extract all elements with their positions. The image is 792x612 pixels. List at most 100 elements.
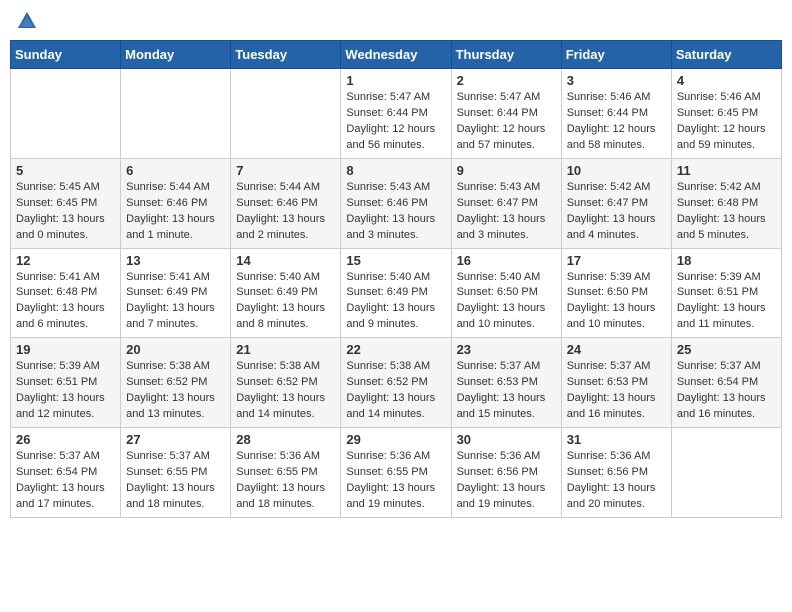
day-info: Sunrise: 5:39 AMSunset: 6:51 PMDaylight:… [16, 359, 115, 423]
day-info: Sunrise: 5:36 AMSunset: 6:56 PMDaylight:… [457, 449, 556, 513]
weekday-header: Saturday [671, 41, 781, 69]
calendar-day-cell: 20 Sunrise: 5:38 AMSunset: 6:52 PMDayligh… [121, 338, 231, 428]
calendar-day-cell: 17Sunrise: 5:39 AMSunset: 6:50 PMDayligh… [561, 248, 671, 338]
day-info: Sunrise: 5:40 AMSunset: 6:49 PMDaylight:… [346, 270, 445, 334]
day-number: 18 [677, 253, 776, 268]
calendar-day-cell: 19 Sunrise: 5:39 AMSunset: 6:51 PMDayligh… [11, 338, 121, 428]
day-number: 20 [126, 342, 225, 357]
day-info: Sunrise: 5:37 AMSunset: 6:54 PMDaylight:… [677, 359, 776, 423]
day-number: 9 [457, 163, 556, 178]
calendar-day-cell: 28Sunrise: 5:36 AMSunset: 6:55 PMDayligh… [231, 428, 341, 518]
calendar-day-cell: 31 Sunrise: 5:36 AMSunset: 6:56 PMDayligh… [561, 428, 671, 518]
day-info: Sunrise: 5:41 AMSunset: 6:48 PMDaylight:… [16, 270, 115, 334]
calendar-day-cell: 9 Sunrise: 5:43 AMSunset: 6:47 PMDaylight… [451, 158, 561, 248]
day-info: Sunrise: 5:43 AMSunset: 6:47 PMDaylight:… [457, 180, 556, 244]
day-number: 28 [236, 432, 335, 447]
calendar-day-cell: 27 Sunrise: 5:37 AMSunset: 6:55 PMDayligh… [121, 428, 231, 518]
calendar-day-cell [121, 69, 231, 159]
calendar-day-cell: 1Sunrise: 5:47 AMSunset: 6:44 PMDaylight… [341, 69, 451, 159]
day-number: 26 [16, 432, 115, 447]
day-number: 24 [567, 342, 666, 357]
day-info: Sunrise: 5:38 AMSunset: 6:52 PMDaylight:… [346, 359, 445, 423]
day-info: Sunrise: 5:46 AMSunset: 6:45 PMDaylight:… [677, 90, 776, 154]
calendar-day-cell: 2 Sunrise: 5:47 AMSunset: 6:44 PMDaylight… [451, 69, 561, 159]
logo-icon [16, 10, 38, 32]
calendar-day-cell: 15 Sunrise: 5:40 AMSunset: 6:49 PMDayligh… [341, 248, 451, 338]
calendar-day-cell: 8Sunrise: 5:43 AMSunset: 6:46 PMDaylight… [341, 158, 451, 248]
calendar-day-cell: 12 Sunrise: 5:41 AMSunset: 6:48 PMDayligh… [11, 248, 121, 338]
calendar-day-cell: 13 Sunrise: 5:41 AMSunset: 6:49 PMDayligh… [121, 248, 231, 338]
day-number: 4 [677, 73, 776, 88]
day-number: 11 [677, 163, 776, 178]
day-number: 1 [346, 73, 445, 88]
day-info: Sunrise: 5:37 AMSunset: 6:54 PMDaylight:… [16, 449, 115, 513]
calendar-week-row: 5 Sunrise: 5:45 AMSunset: 6:45 PMDaylight… [11, 158, 782, 248]
day-info: Sunrise: 5:47 AMSunset: 6:44 PMDaylight:… [457, 90, 556, 154]
calendar-day-cell: 11 Sunrise: 5:42 AMSunset: 6:48 PMDayligh… [671, 158, 781, 248]
calendar-day-cell: 16Sunrise: 5:40 AMSunset: 6:50 PMDayligh… [451, 248, 561, 338]
weekday-header: Thursday [451, 41, 561, 69]
day-number: 3 [567, 73, 666, 88]
day-number: 10 [567, 163, 666, 178]
day-info: Sunrise: 5:42 AMSunset: 6:48 PMDaylight:… [677, 180, 776, 244]
calendar-day-cell: 7 Sunrise: 5:44 AMSunset: 6:46 PMDaylight… [231, 158, 341, 248]
day-info: Sunrise: 5:46 AMSunset: 6:44 PMDaylight:… [567, 90, 666, 154]
day-number: 29 [346, 432, 445, 447]
weekday-header: Friday [561, 41, 671, 69]
day-info: Sunrise: 5:39 AMSunset: 6:51 PMDaylight:… [677, 270, 776, 334]
day-number: 16 [457, 253, 556, 268]
day-info: Sunrise: 5:43 AMSunset: 6:46 PMDaylight:… [346, 180, 445, 244]
weekday-header: Monday [121, 41, 231, 69]
calendar-day-cell: 26 Sunrise: 5:37 AMSunset: 6:54 PMDayligh… [11, 428, 121, 518]
page-header [10, 10, 782, 32]
calendar-day-cell [11, 69, 121, 159]
day-number: 5 [16, 163, 115, 178]
day-number: 21 [236, 342, 335, 357]
calendar-header-row: SundayMondayTuesdayWednesdayThursdayFrid… [11, 41, 782, 69]
day-number: 30 [457, 432, 556, 447]
day-info: Sunrise: 5:40 AMSunset: 6:49 PMDaylight:… [236, 270, 335, 334]
calendar-day-cell: 29 Sunrise: 5:36 AMSunset: 6:55 PMDayligh… [341, 428, 451, 518]
day-number: 17 [567, 253, 666, 268]
calendar-day-cell: 6Sunrise: 5:44 AMSunset: 6:46 PMDaylight… [121, 158, 231, 248]
calendar-day-cell: 23Sunrise: 5:37 AMSunset: 6:53 PMDayligh… [451, 338, 561, 428]
calendar-week-row: 1 Sunrise: 5:47 AMSunset: 6:44 PMDaylight… [11, 69, 782, 159]
day-info: Sunrise: 5:38 AMSunset: 6:52 PMDaylight:… [126, 359, 225, 423]
calendar-table: SundayMondayTuesdayWednesdayThursdayFrid… [10, 40, 782, 518]
day-info: Sunrise: 5:36 AMSunset: 6:55 PMDaylight:… [346, 449, 445, 513]
calendar-day-cell: 3 Sunrise: 5:46 AMSunset: 6:44 PMDaylight… [561, 69, 671, 159]
day-info: Sunrise: 5:41 AMSunset: 6:49 PMDaylight:… [126, 270, 225, 334]
calendar-body: 1 Sunrise: 5:47 AMSunset: 6:44 PMDaylight… [11, 69, 782, 518]
day-number: 23 [457, 342, 556, 357]
day-info: Sunrise: 5:37 AMSunset: 6:55 PMDaylight:… [126, 449, 225, 513]
calendar-day-cell: 25Sunrise: 5:37 AMSunset: 6:54 PMDayligh… [671, 338, 781, 428]
calendar-day-cell: 10 Sunrise: 5:42 AMSunset: 6:47 PMDayligh… [561, 158, 671, 248]
weekday-header: Wednesday [341, 41, 451, 69]
calendar-day-cell [231, 69, 341, 159]
day-number: 31 [567, 432, 666, 447]
day-info: Sunrise: 5:42 AMSunset: 6:47 PMDaylight:… [567, 180, 666, 244]
day-info: Sunrise: 5:44 AMSunset: 6:46 PMDaylight:… [236, 180, 335, 244]
day-number: 12 [16, 253, 115, 268]
weekday-header: Tuesday [231, 41, 341, 69]
calendar-day-cell: 21 Sunrise: 5:38 AMSunset: 6:52 PMDayligh… [231, 338, 341, 428]
calendar-day-cell: 5 Sunrise: 5:45 AMSunset: 6:45 PMDaylight… [11, 158, 121, 248]
day-number: 2 [457, 73, 556, 88]
day-info: Sunrise: 5:45 AMSunset: 6:45 PMDaylight:… [16, 180, 115, 244]
day-number: 27 [126, 432, 225, 447]
day-number: 15 [346, 253, 445, 268]
day-number: 14 [236, 253, 335, 268]
day-number: 19 [16, 342, 115, 357]
day-info: Sunrise: 5:36 AMSunset: 6:56 PMDaylight:… [567, 449, 666, 513]
day-info: Sunrise: 5:37 AMSunset: 6:53 PMDaylight:… [567, 359, 666, 423]
calendar-week-row: 19 Sunrise: 5:39 AMSunset: 6:51 PMDayligh… [11, 338, 782, 428]
day-number: 13 [126, 253, 225, 268]
calendar-day-cell: 24 Sunrise: 5:37 AMSunset: 6:53 PMDayligh… [561, 338, 671, 428]
calendar-day-cell: 22Sunrise: 5:38 AMSunset: 6:52 PMDayligh… [341, 338, 451, 428]
day-info: Sunrise: 5:44 AMSunset: 6:46 PMDaylight:… [126, 180, 225, 244]
day-info: Sunrise: 5:38 AMSunset: 6:52 PMDaylight:… [236, 359, 335, 423]
calendar-day-cell: 18 Sunrise: 5:39 AMSunset: 6:51 PMDayligh… [671, 248, 781, 338]
calendar-week-row: 26 Sunrise: 5:37 AMSunset: 6:54 PMDayligh… [11, 428, 782, 518]
calendar-day-cell: 30 Sunrise: 5:36 AMSunset: 6:56 PMDayligh… [451, 428, 561, 518]
day-number: 7 [236, 163, 335, 178]
